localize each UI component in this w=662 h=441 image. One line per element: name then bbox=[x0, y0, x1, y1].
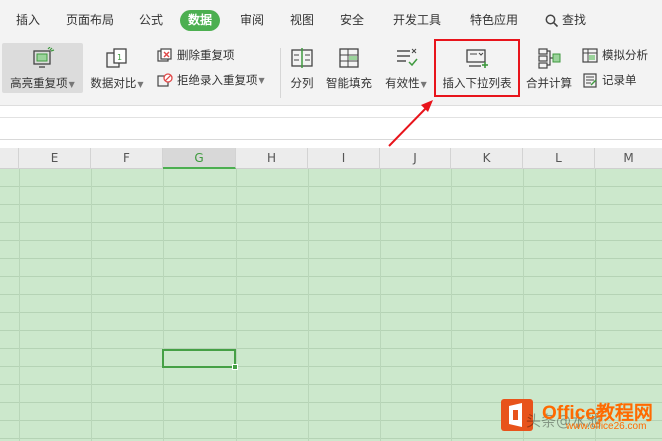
record-form-icon bbox=[583, 72, 597, 88]
data-ribbon: 高亮重复项▼ 1 数据对比▼ 删除重复项 拒绝录入重复项 ▼ 分列 智能填充 有… bbox=[0, 40, 662, 106]
data-validation-button[interactable]: 有效性▼ bbox=[382, 43, 430, 93]
split-column-icon bbox=[291, 48, 313, 68]
grid-line bbox=[451, 169, 452, 441]
watermark-site: www.office26.com bbox=[566, 421, 647, 432]
tab-page-layout[interactable]: 页面布局 bbox=[66, 11, 114, 28]
data-compare-label: 数据对比 bbox=[90, 76, 137, 90]
merge-calculation-button[interactable]: 合并计算 bbox=[522, 43, 576, 93]
merge-calculation-label: 合并计算 bbox=[526, 76, 572, 90]
delete-duplicates-icon bbox=[157, 47, 172, 62]
column-header-row: E F G H I J K L M bbox=[0, 148, 662, 169]
column-header-k[interactable]: K bbox=[451, 148, 523, 169]
what-if-analysis-label: 模拟分析 bbox=[602, 48, 648, 62]
highlight-duplicates-icon bbox=[32, 47, 54, 68]
fill-handle[interactable] bbox=[232, 364, 238, 370]
what-if-analysis-button[interactable]: 模拟分析 bbox=[582, 47, 648, 63]
split-column-button[interactable]: 分列 bbox=[286, 43, 318, 93]
tab-insert[interactable]: 插入 bbox=[16, 11, 40, 28]
tab-developer[interactable]: 开发工具 bbox=[393, 11, 441, 28]
smart-fill-icon bbox=[339, 48, 359, 68]
data-validation-label: 有效性 bbox=[385, 76, 420, 90]
chevron-down-icon: ▼ bbox=[420, 80, 427, 89]
what-if-analysis-icon bbox=[582, 47, 598, 63]
grid-line bbox=[236, 169, 237, 441]
column-header-l[interactable]: L bbox=[523, 148, 595, 169]
chevron-down-icon: ▼ bbox=[258, 75, 265, 85]
reject-duplicate-entry-button[interactable]: 拒绝录入重复项 ▼ bbox=[157, 72, 265, 88]
grid-line bbox=[91, 169, 92, 441]
insert-dropdown-list-button[interactable]: 插入下拉列表 bbox=[436, 43, 518, 93]
column-header-i[interactable]: I bbox=[308, 148, 380, 169]
record-form-label: 记录单 bbox=[602, 73, 637, 87]
ribbon-divider bbox=[280, 48, 281, 98]
search-button[interactable]: 查找 bbox=[545, 11, 586, 28]
tab-special-apps[interactable]: 特色应用 bbox=[470, 11, 518, 28]
tab-formulas[interactable]: 公式 bbox=[139, 11, 163, 28]
column-header-partial[interactable] bbox=[0, 148, 19, 169]
ribbon-tab-bar: 插入 页面布局 公式 数据 审阅 视图 安全 开发工具 特色应用 查找 bbox=[0, 0, 662, 40]
insert-dropdown-list-label: 插入下拉列表 bbox=[442, 76, 512, 90]
column-header-g[interactable]: G bbox=[163, 148, 236, 169]
grid-line bbox=[380, 169, 381, 441]
highlight-duplicates-label: 高亮重复项 bbox=[10, 76, 68, 90]
merge-calculation-icon bbox=[538, 48, 561, 69]
search-label: 查找 bbox=[562, 13, 587, 27]
column-header-j[interactable]: J bbox=[380, 148, 451, 169]
tab-data[interactable]: 数据 bbox=[180, 10, 221, 31]
tab-security[interactable]: 安全 bbox=[340, 11, 364, 28]
delete-duplicates-label: 删除重复项 bbox=[177, 48, 235, 62]
grid-line bbox=[163, 169, 164, 441]
column-header-e[interactable]: E bbox=[19, 148, 91, 169]
smart-fill-button[interactable]: 智能填充 bbox=[322, 43, 376, 93]
data-compare-button[interactable]: 1 数据对比▼ bbox=[88, 43, 146, 93]
data-validation-icon bbox=[397, 48, 418, 67]
insert-dropdown-list-icon bbox=[466, 49, 488, 68]
header-spacer bbox=[0, 140, 662, 148]
split-column-label: 分列 bbox=[290, 76, 314, 90]
tab-view[interactable]: 视图 bbox=[290, 11, 314, 28]
grid-line bbox=[308, 169, 309, 441]
grid-line bbox=[19, 169, 20, 441]
chevron-down-icon: ▼ bbox=[137, 80, 144, 89]
column-header-f[interactable]: F bbox=[91, 148, 163, 169]
highlight-duplicates-button[interactable]: 高亮重复项▼ bbox=[2, 43, 83, 93]
svg-text:1: 1 bbox=[117, 53, 122, 62]
tab-review[interactable]: 审阅 bbox=[240, 11, 264, 28]
formula-bar[interactable] bbox=[0, 117, 662, 140]
selected-cell[interactable] bbox=[162, 349, 236, 368]
smart-fill-label: 智能填充 bbox=[326, 76, 372, 90]
column-header-h[interactable]: H bbox=[236, 148, 308, 169]
data-compare-icon: 1 bbox=[106, 48, 127, 68]
record-form-button[interactable]: 记录单 bbox=[582, 72, 637, 88]
reject-duplicate-entry-label: 拒绝录入重复项 bbox=[177, 73, 258, 87]
delete-duplicates-button[interactable]: 删除重复项 bbox=[157, 47, 235, 63]
column-header-m[interactable]: M bbox=[595, 148, 662, 169]
reject-duplicate-icon bbox=[157, 72, 173, 87]
search-icon bbox=[545, 14, 559, 27]
chevron-down-icon: ▼ bbox=[68, 80, 75, 89]
